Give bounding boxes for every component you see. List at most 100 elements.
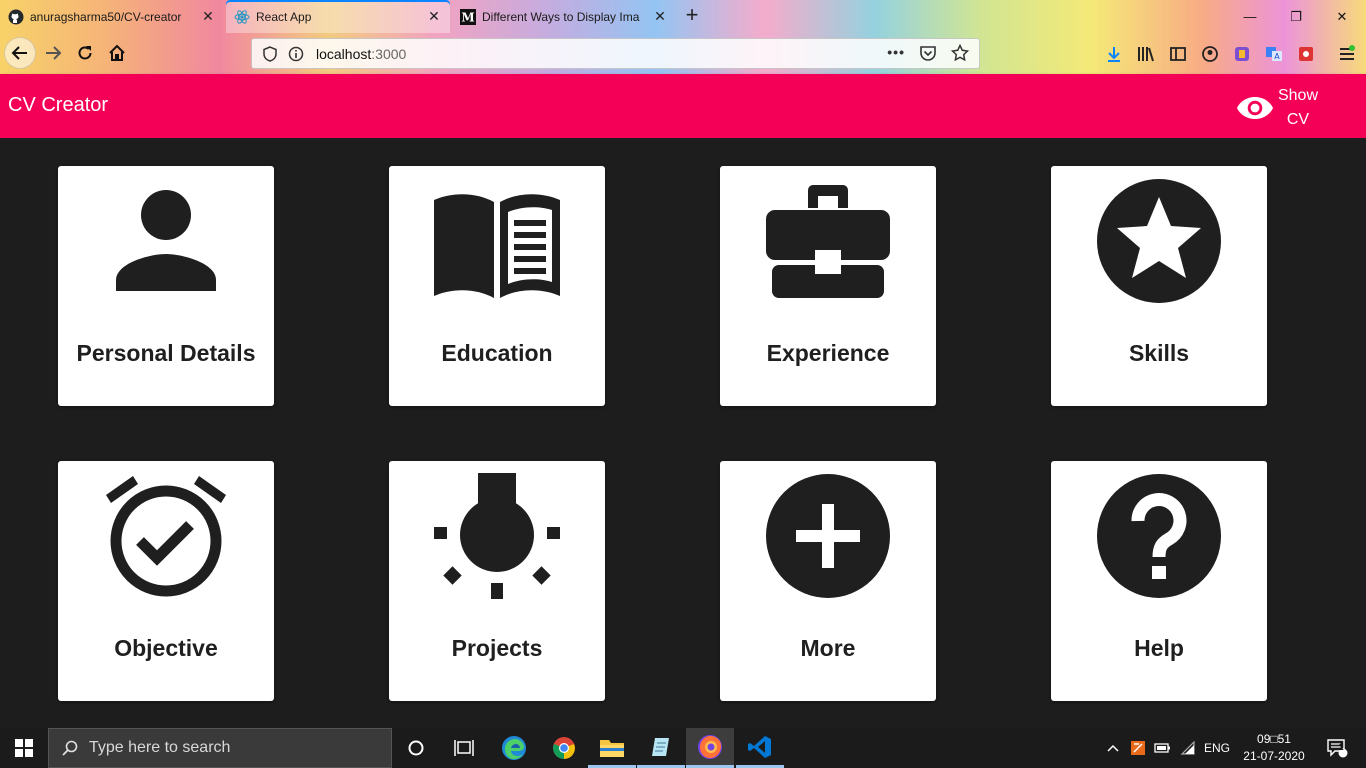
tab-medium-article[interactable]: M Different Ways to Display Ima ✕ <box>452 0 676 33</box>
tab-title: anuragsharma50/CV-creator <box>30 9 182 24</box>
show-cv-button[interactable]: Show CV <box>1236 84 1356 132</box>
close-tab-icon[interactable]: ✕ <box>200 8 216 24</box>
add-circle-icon <box>766 474 890 598</box>
svg-text:M: M <box>461 10 474 24</box>
firefox-icon <box>698 734 722 759</box>
bookmark-star-icon[interactable] <box>951 44 969 62</box>
sidebar-icon[interactable] <box>1169 45 1187 63</box>
close-tab-icon[interactable]: ✕ <box>652 8 668 24</box>
card-skills[interactable]: Skills <box>1051 166 1267 406</box>
vscode-icon <box>748 735 771 758</box>
search-placeholder: Type here to search <box>89 739 231 756</box>
extension-red-icon[interactable] <box>1297 45 1315 63</box>
chevron-up-icon[interactable] <box>1106 741 1120 755</box>
app-bar: CV Creator Show CV <box>0 74 1366 138</box>
battery-icon[interactable] <box>1154 741 1172 755</box>
cortana-button[interactable] <box>392 728 440 768</box>
tab-title: Different Ways to Display Ima <box>482 9 640 24</box>
close-tab-icon[interactable]: ✕ <box>426 8 442 24</box>
folder-icon <box>600 739 624 757</box>
clock-time: 09□51 <box>1257 732 1291 746</box>
react-icon <box>234 9 250 24</box>
tab-react-app[interactable]: React App ✕ <box>226 0 450 33</box>
task-view-icon <box>454 740 474 756</box>
language-indicator[interactable]: ENG <box>1204 741 1230 755</box>
minimize-button[interactable]: — <box>1227 0 1273 33</box>
search-icon <box>62 740 78 756</box>
svg-text:A: A <box>1274 52 1280 61</box>
person-icon <box>116 190 216 291</box>
task-view-button[interactable] <box>440 728 488 768</box>
edge-app[interactable] <box>490 728 538 768</box>
address-bar[interactable]: localhost:3000 ••• <box>251 38 980 69</box>
url-port: :3000 <box>371 45 407 62</box>
new-tab-button[interactable]: + <box>680 4 704 28</box>
firefox-app[interactable] <box>686 728 734 768</box>
notification-count: 1 <box>1338 742 1344 752</box>
notification-center-button[interactable]: 1 <box>1322 728 1352 768</box>
chrome-icon <box>553 737 575 759</box>
account-icon[interactable] <box>1201 45 1219 63</box>
tab-github[interactable]: anuragsharma50/CV-creator ✕ <box>0 0 224 33</box>
taskbar-search-input[interactable]: Type here to search <box>48 728 392 768</box>
tray-app-icon[interactable] <box>1130 740 1146 756</box>
library-icon[interactable] <box>1137 45 1155 63</box>
show-cv-label-line2: CV <box>1286 111 1310 128</box>
show-cv-label-line1: Show <box>1277 87 1319 104</box>
tab-title: React App <box>256 9 312 24</box>
card-label: Experience <box>766 340 890 366</box>
restore-button[interactable]: ❐ <box>1273 0 1319 33</box>
pocket-icon[interactable] <box>919 44 937 62</box>
windows-icon <box>15 739 33 757</box>
extension-icon[interactable] <box>1233 45 1251 63</box>
translate-icon[interactable]: A <box>1265 45 1283 63</box>
notes-app[interactable] <box>637 728 685 768</box>
windows-taskbar: Type here to search ENG 09□51 21-07-2020… <box>0 728 1366 768</box>
medium-icon: M <box>460 8 476 25</box>
clock-date: 21-07-2020 <box>1243 749 1305 763</box>
reload-icon <box>78 46 92 60</box>
card-education[interactable]: Education <box>389 166 605 406</box>
forward-button[interactable] <box>37 37 69 69</box>
card-help[interactable]: Help <box>1051 461 1267 701</box>
show-cv-label: Show CV <box>1276 84 1320 132</box>
vscode-app[interactable] <box>736 728 784 768</box>
info-icon[interactable] <box>288 46 304 62</box>
card-experience[interactable]: Experience <box>720 166 936 406</box>
download-icon[interactable] <box>1105 45 1123 63</box>
card-label: Education <box>441 340 553 366</box>
back-button[interactable] <box>4 37 36 69</box>
star-icon <box>1097 179 1221 303</box>
card-more[interactable]: More <box>720 461 936 701</box>
card-label: More <box>800 635 856 661</box>
arrow-right-icon <box>46 46 62 60</box>
card-objective[interactable]: Objective <box>58 461 274 701</box>
more-actions-icon[interactable]: ••• <box>887 44 905 62</box>
card-label: Objective <box>114 635 218 661</box>
shield-icon[interactable] <box>262 45 278 62</box>
navigation-toolbar: localhost:3000 ••• A <box>0 33 1366 74</box>
lightbulb-icon <box>434 473 560 599</box>
card-label: Projects <box>451 635 543 661</box>
browser-chrome: anuragsharma50/CV-creator ✕ React App ✕ … <box>0 0 1366 74</box>
wifi-icon[interactable] <box>1180 741 1196 755</box>
chrome-app[interactable] <box>540 728 588 768</box>
taskbar-clock[interactable]: 09□51 21-07-2020 <box>1234 731 1314 765</box>
home-button[interactable] <box>101 37 133 69</box>
close-window-button[interactable]: ✕ <box>1319 0 1365 33</box>
menu-icon[interactable] <box>1338 45 1356 63</box>
file-explorer-app[interactable] <box>588 728 636 768</box>
alarm-check-icon <box>106 476 226 597</box>
reload-button[interactable] <box>69 37 101 69</box>
card-projects[interactable]: Projects <box>389 461 605 701</box>
card-personal-details[interactable]: Personal Details <box>58 166 274 406</box>
tab-bar: anuragsharma50/CV-creator ✕ React App ✕ … <box>0 0 1366 33</box>
briefcase-icon <box>766 185 890 298</box>
eye-icon <box>1237 97 1273 119</box>
notepad-icon <box>652 737 669 756</box>
cortana-circle-icon <box>408 740 424 756</box>
start-button[interactable] <box>0 728 48 768</box>
card-label: Personal Details <box>76 340 256 366</box>
book-icon <box>434 194 560 298</box>
url-host: localhost <box>316 45 372 62</box>
